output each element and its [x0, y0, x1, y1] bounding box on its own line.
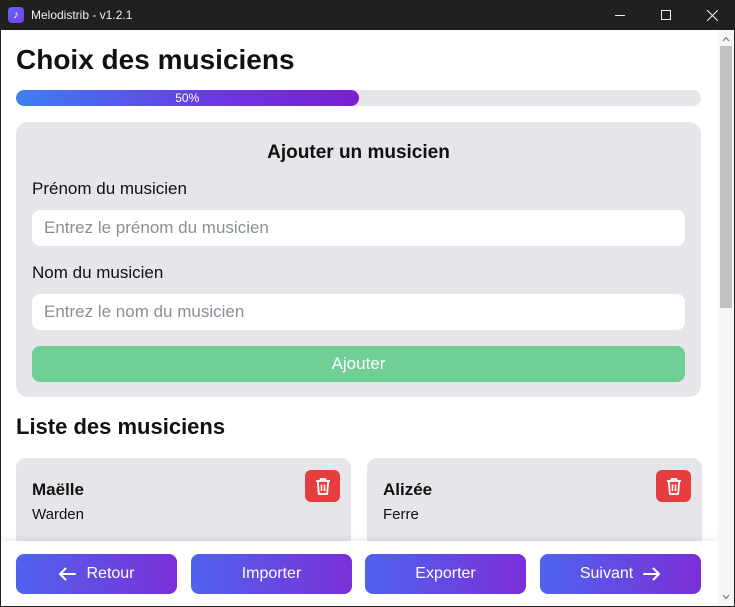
musician-last-name: Warden	[32, 506, 84, 523]
vertical-scrollbar[interactable]	[718, 30, 734, 606]
export-label: Exporter	[415, 565, 476, 582]
arrow-right-icon	[643, 567, 661, 581]
import-label: Importer	[241, 565, 302, 582]
maximize-icon	[661, 10, 671, 20]
trash-icon	[315, 478, 330, 495]
window-title: Melodistrib - v1.2.1	[31, 8, 133, 22]
maximize-button[interactable]	[643, 0, 689, 30]
progress-bar: 50%	[16, 90, 701, 106]
back-button[interactable]: Retour	[16, 554, 177, 594]
musician-first-name: Maëlle	[32, 480, 84, 499]
import-button[interactable]: Importer	[191, 554, 352, 594]
next-button[interactable]: Suivant	[540, 554, 701, 594]
footer-nav: Retour Importer Exporter Suivant	[1, 541, 718, 606]
musician-last-name: Ferre	[383, 506, 419, 523]
add-musician-button[interactable]: Ajouter	[32, 346, 685, 382]
first-name-label: Prénom du musicien	[32, 179, 187, 198]
arrow-left-icon	[59, 567, 77, 581]
last-name-input[interactable]	[32, 294, 685, 330]
music-note-icon: ♪	[8, 7, 24, 23]
musician-first-name: Alizée	[383, 480, 433, 499]
close-icon	[706, 9, 718, 21]
musician-card: Maëlle Warden	[16, 458, 351, 548]
back-label: Retour	[86, 565, 135, 582]
first-name-input[interactable]	[32, 210, 685, 246]
export-button[interactable]: Exporter	[365, 554, 526, 594]
progress-label: 50%	[175, 91, 200, 105]
next-label: Suivant	[579, 565, 634, 582]
title-bar: ♪ Melodistrib - v1.2.1	[0, 0, 735, 30]
page-title: Choix des musiciens	[16, 44, 295, 75]
window-content: Choix des musiciens 50% Ajouter un music…	[1, 30, 734, 606]
trash-icon	[666, 478, 681, 495]
scroll-down-icon[interactable]	[722, 593, 730, 601]
last-name-label: Nom du musicien	[32, 263, 164, 282]
close-button[interactable]	[689, 0, 735, 30]
scrollbar-thumb[interactable]	[720, 46, 732, 308]
scroll-up-icon[interactable]	[722, 35, 730, 43]
add-musician-card: Ajouter un musicien Prénom du musicien N…	[16, 122, 701, 397]
delete-musician-button[interactable]	[656, 470, 691, 502]
add-musician-title: Ajouter un musicien	[267, 142, 450, 163]
progress-fill: 50%	[16, 90, 359, 106]
musician-card: Alizée Ferre	[367, 458, 702, 548]
minimize-button[interactable]	[597, 0, 643, 30]
musician-list-title: Liste des musiciens	[16, 414, 226, 439]
delete-musician-button[interactable]	[305, 470, 340, 502]
minimize-icon	[615, 15, 625, 16]
